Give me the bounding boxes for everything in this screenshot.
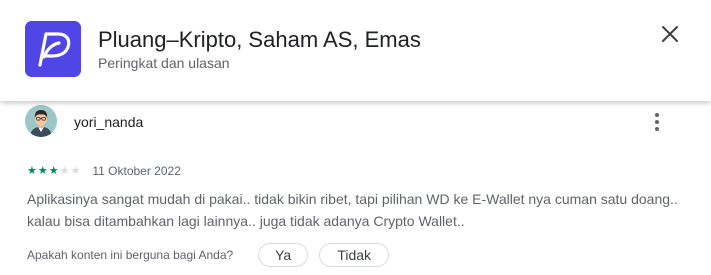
star-filled-icon: ★ <box>37 164 48 177</box>
rating-row: ★ ★ ★ ★ ★ 11 Oktober 2022 <box>27 163 181 179</box>
helpful-question: Apakah konten ini berguna bagi Anda? <box>27 248 234 262</box>
star-filled-icon: ★ <box>27 164 37 177</box>
close-button[interactable] <box>654 18 686 50</box>
review-author: yori_nanda <box>74 114 144 130</box>
avatar <box>25 105 57 137</box>
review-date: 11 Oktober 2022 <box>92 164 181 178</box>
helpful-row: Apakah konten ini berguna bagi Anda? Ya … <box>27 242 390 268</box>
review-card: yori_nanda ★ ★ ★ ★ ★ 11 Oktober 2022 Aplikas… <box>0 101 711 275</box>
helpful-no-button[interactable]: Tidak <box>319 243 390 267</box>
star-rating: ★ ★ ★ ★ ★ <box>27 164 81 177</box>
dialog-subtitle: Peringkat dan ulasan <box>98 55 230 71</box>
pluang-logo-icon <box>25 21 81 77</box>
more-vert-icon <box>655 113 659 117</box>
star-filled-icon: ★ <box>48 164 59 177</box>
close-icon <box>662 26 678 42</box>
helpful-yes-button[interactable]: Ya <box>258 243 309 267</box>
star-empty-icon: ★ <box>70 164 81 177</box>
more-options-button[interactable] <box>645 109 669 135</box>
review-text: Aplikasinya sangat mudah di pakai.. tida… <box>27 191 678 229</box>
star-empty-icon: ★ <box>59 164 70 177</box>
app-title: Pluang–Kripto, Saham AS, Emas <box>98 27 421 52</box>
dialog-header: Pluang–Kripto, Saham AS, Emas Peringkat … <box>0 0 711 101</box>
